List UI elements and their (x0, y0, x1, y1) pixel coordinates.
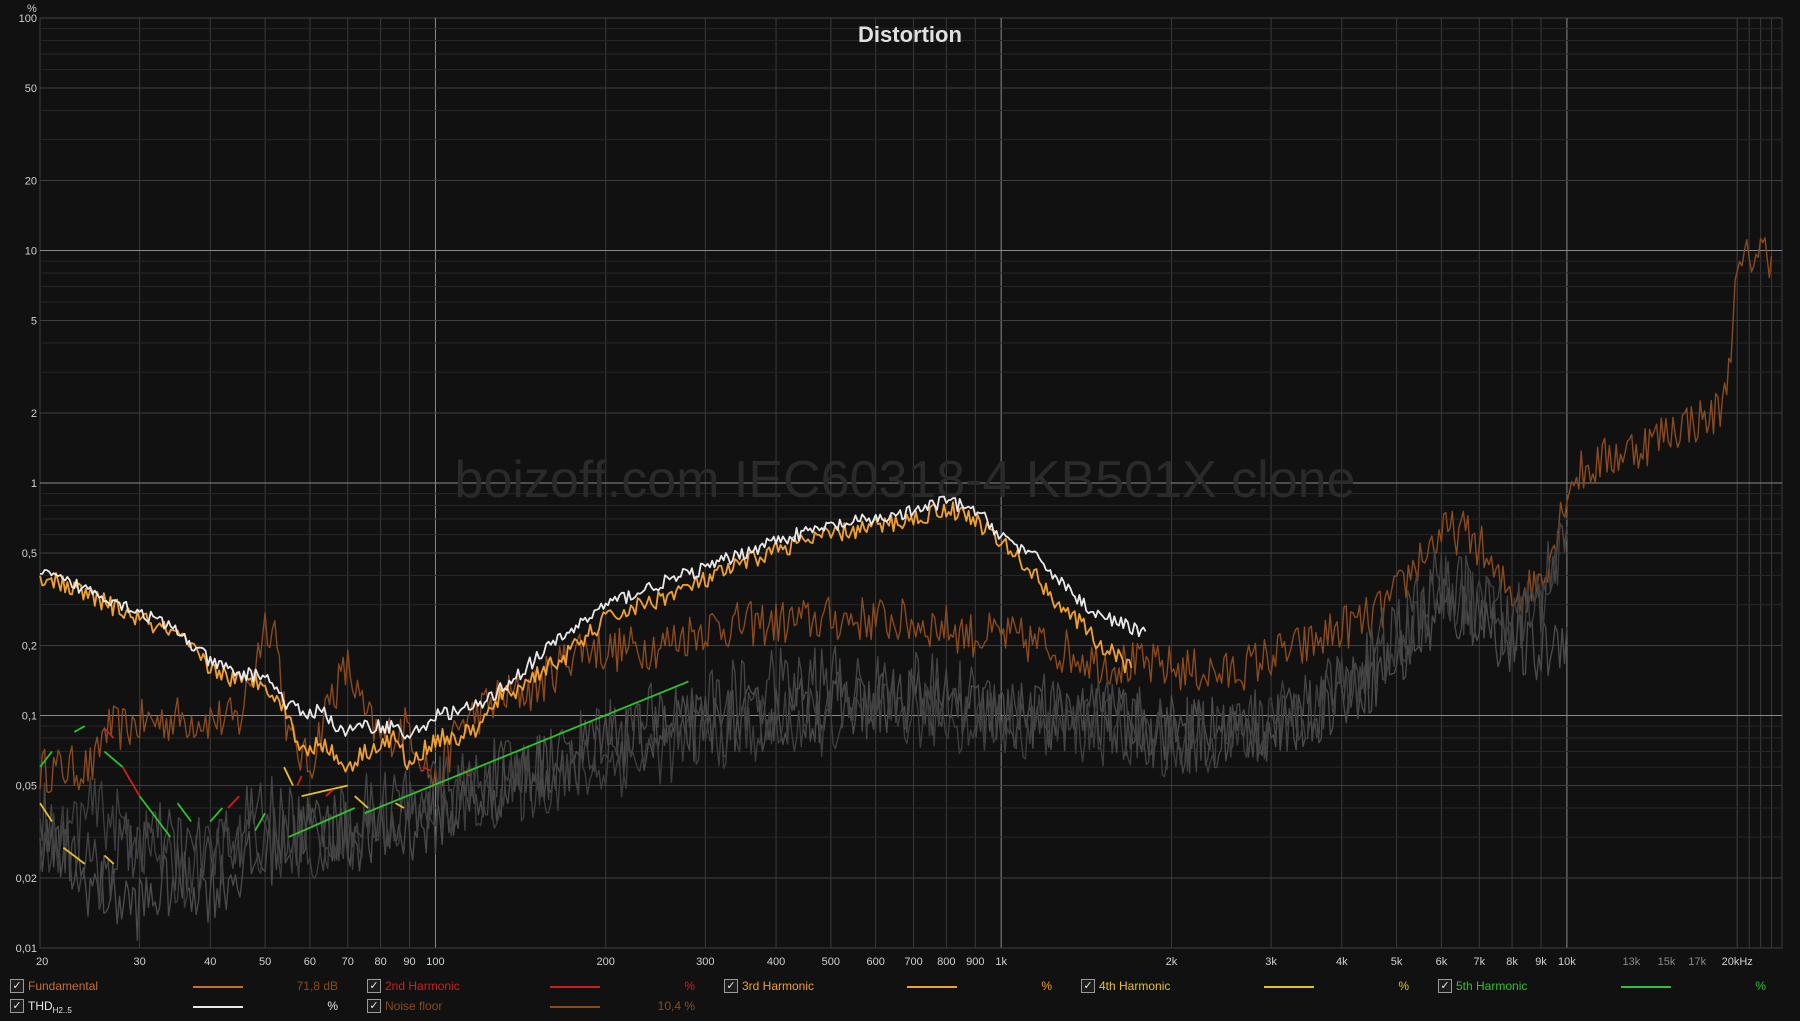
y-tick-label: 50 (25, 83, 37, 95)
legend-value-3rd-harmonic: % (1041, 979, 1052, 993)
x-tick-label: 4k (1336, 956, 1348, 968)
x-tick-label: 1k (995, 956, 1007, 968)
x-tick-label: 200 (597, 956, 615, 968)
chart-title: Distortion (858, 22, 962, 47)
y-tick-label: 0,1 (22, 711, 37, 723)
x-tick-label: 13k (1622, 956, 1640, 968)
legend-item-5th-harmonic[interactable]: ✓ 5th Harmonic % (1438, 976, 1778, 996)
y-tick-label: 0,5 (22, 548, 37, 560)
x-tick-label: 600 (866, 956, 884, 968)
legend-label-thd-subscript: H2..5 (52, 1006, 72, 1015)
checkbox-5th-harmonic[interactable]: ✓ (1438, 979, 1452, 993)
y-tick-label: 2 (31, 408, 37, 420)
legend-item-thd[interactable]: ✓ THDH2..5 % (10, 996, 350, 1016)
y-tick-label: 0,2 (22, 641, 37, 653)
legend-label-4th-harmonic: 4th Harmonic (1099, 979, 1171, 993)
x-tick-label: 20 (36, 956, 48, 968)
legend-value-thd: % (327, 999, 338, 1013)
x-tick-label: 9k (1535, 956, 1547, 968)
y-tick-label: 5 (31, 315, 37, 327)
legend-label-2nd-harmonic: 2nd Harmonic (385, 979, 460, 993)
x-tick-label: 20kHz (1722, 956, 1753, 968)
chart-watermark: boizoff.com IEC60318-4 KB501X clone (455, 451, 1356, 509)
x-tick-label: 60 (304, 956, 316, 968)
x-tick-label: 2k (1166, 956, 1178, 968)
distortion-chart[interactable]: boizoff.com IEC60318-4 KB501X clone 100 5… (0, 0, 1800, 972)
legend-label-thd-text: THD (28, 999, 53, 1013)
x-tick-label: 500 (822, 956, 840, 968)
legend: ✓ Fundamental 71,8 dB ✓ 2nd Harmonic % ✓… (0, 972, 1800, 1020)
checkbox-noise-floor[interactable]: ✓ (367, 999, 381, 1013)
legend-label-3rd-harmonic: 3rd Harmonic (742, 979, 815, 993)
y-tick-label: 0,05 (16, 780, 37, 792)
legend-swatch-3rd-harmonic (907, 986, 957, 988)
legend-swatch-thd (193, 1006, 243, 1008)
y-tick-label: 0,02 (16, 873, 37, 885)
x-tick-label: 17k (1688, 956, 1706, 968)
x-tick-label: 800 (937, 956, 955, 968)
y-unit-label: % (27, 3, 37, 15)
x-tick-label: 90 (403, 956, 415, 968)
checkbox-2nd-harmonic[interactable]: ✓ (367, 979, 381, 993)
x-tick-label: 40 (204, 956, 216, 968)
legend-swatch-4th-harmonic (1264, 986, 1314, 988)
checkbox-4th-harmonic[interactable]: ✓ (1081, 979, 1095, 993)
checkbox-3rd-harmonic[interactable]: ✓ (724, 979, 738, 993)
x-tick-label: 700 (904, 956, 922, 968)
checkbox-thd[interactable]: ✓ (10, 999, 24, 1013)
legend-item-3rd-harmonic[interactable]: ✓ 3rd Harmonic % (724, 976, 1064, 996)
x-tick-label: 7k (1473, 956, 1485, 968)
x-tick-label: 8k (1506, 956, 1518, 968)
legend-value-5th-harmonic: % (1755, 979, 1766, 993)
checkbox-fundamental[interactable]: ✓ (10, 979, 24, 993)
legend-label-noise-floor: Noise floor (385, 999, 443, 1013)
x-tick-label: 5k (1391, 956, 1403, 968)
x-tick-label: 50 (259, 956, 271, 968)
y-tick-label: 1 (31, 478, 37, 490)
x-tick-label: 70 (342, 956, 354, 968)
x-tick-label: 900 (966, 956, 984, 968)
legend-value-2nd-harmonic: % (684, 979, 695, 993)
legend-swatch-fundamental (193, 986, 243, 988)
x-tick-label: 6k (1436, 956, 1448, 968)
y-tick-label: 0,01 (16, 943, 37, 955)
x-tick-label: 400 (767, 956, 785, 968)
legend-swatch-noise-floor (550, 1006, 600, 1008)
legend-label-thd: THDH2..5 (28, 996, 72, 1021)
legend-item-fundamental[interactable]: ✓ Fundamental 71,8 dB (10, 976, 350, 996)
legend-value-noise-floor: 10,4 % (657, 999, 695, 1013)
legend-item-4th-harmonic[interactable]: ✓ 4th Harmonic % (1081, 976, 1421, 996)
x-tick-label: 30 (133, 956, 145, 968)
legend-value-4th-harmonic: % (1398, 979, 1409, 993)
x-tick-label: 100 (426, 956, 444, 968)
legend-label-fundamental: Fundamental (28, 979, 99, 993)
x-tick-label: 15k (1658, 956, 1676, 968)
x-tick-label: 300 (696, 956, 714, 968)
x-tick-label: 80 (374, 956, 386, 968)
legend-item-noise-floor[interactable]: ✓ Noise floor 10,4 % (367, 996, 707, 1016)
y-tick-label: 10 (25, 246, 37, 258)
legend-label-5th-harmonic: 5th Harmonic (1456, 979, 1528, 993)
legend-item-2nd-harmonic[interactable]: ✓ 2nd Harmonic % (367, 976, 707, 996)
x-tick-label: 3k (1265, 956, 1277, 968)
legend-value-fundamental: 71,8 dB (296, 979, 338, 993)
y-tick-label: 20 (25, 176, 37, 188)
x-tick-label: 10k (1558, 956, 1576, 968)
legend-swatch-2nd-harmonic (550, 986, 600, 988)
legend-swatch-5th-harmonic (1621, 986, 1671, 988)
